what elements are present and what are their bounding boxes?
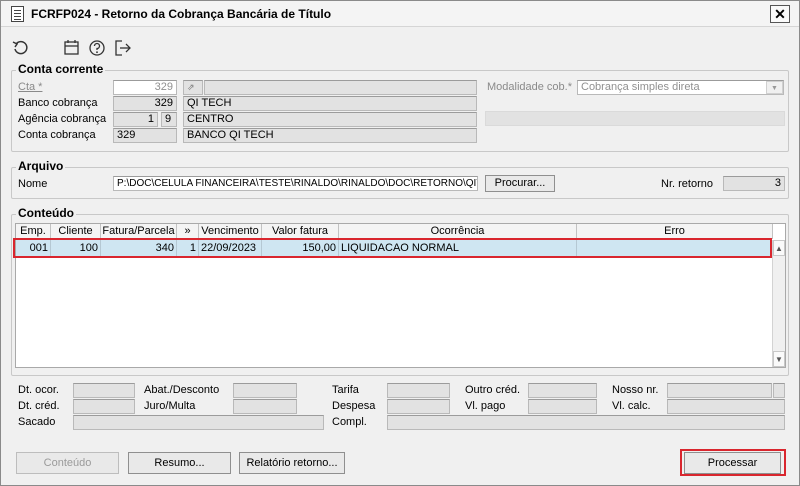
window-title: FCRFP024 - Retorno da Cobrança Bancária … [31, 7, 332, 21]
conta-corrente-title: Conta corrente [16, 62, 106, 76]
title-bar: FCRFP024 - Retorno da Cobrança Bancária … [1, 1, 799, 27]
dt-ocor-field [73, 383, 135, 398]
refresh-icon[interactable] [12, 39, 30, 57]
dt-ocor-label: Dt. ocor. [18, 384, 59, 396]
procurar-button[interactable]: Procurar... [485, 175, 555, 192]
column-header[interactable]: Erro [577, 224, 773, 239]
nosso-nr-label: Nosso nr. [612, 384, 659, 396]
dt-cred-label: Dt. créd. [18, 400, 60, 412]
nr-retorno-value: 3 [723, 176, 785, 191]
scroll-up-icon[interactable]: ▲ [773, 240, 785, 256]
conteudo-button[interactable]: Conteúdo [16, 452, 119, 474]
dt-cred-field [73, 399, 135, 414]
column-header[interactable]: Fatura/Parcela [101, 224, 177, 239]
cta-description [204, 80, 477, 95]
cta-label: Cta * [18, 81, 43, 93]
vertical-scrollbar[interactable]: ▲ ▼ [772, 240, 785, 367]
banco-cobranca-label: Banco cobrança [18, 97, 98, 109]
table-header: Emp. Cliente Fatura/Parcela » Vencimento… [16, 224, 773, 239]
column-header[interactable]: Valor fatura [262, 224, 339, 239]
despesa-field [387, 399, 450, 414]
resumo-button[interactable]: Resumo... [128, 452, 231, 474]
conteudo-title: Conteúdo [16, 206, 76, 220]
agencia-cobranca-label: Agência cobrança [18, 113, 107, 125]
sacado-field [73, 415, 324, 430]
abat-desconto-field [233, 383, 297, 398]
cta-lookup-button[interactable]: ⇗ [183, 80, 203, 95]
tarifa-field [387, 383, 450, 398]
column-header[interactable]: Ocorrência [339, 224, 577, 239]
juro-multa-label: Juro/Multa [144, 400, 196, 412]
document-icon [11, 6, 24, 22]
vl-calc-label: Vl. calc. [612, 400, 651, 412]
modalidade-label: Modalidade cob.* [487, 81, 573, 93]
sacado-label: Sacado [18, 416, 56, 428]
relatorio-retorno-button[interactable]: Relatório retorno... [239, 452, 345, 474]
nosso-nr-field [667, 383, 772, 398]
conta-cobranca-label: Conta cobrança [18, 129, 96, 141]
close-button[interactable]: ✕ [770, 5, 790, 23]
cta-input[interactable]: 329 [113, 80, 177, 95]
nosso-nr-dv [773, 383, 785, 398]
compl-field [387, 415, 785, 430]
agencia-dv: 9 [161, 112, 177, 127]
nome-input[interactable]: P:\DOC\CELULA FINANCEIRA\TESTE\RINALDO\R… [113, 176, 478, 191]
agencia-name: CENTRO [183, 112, 477, 127]
banco-cobranca-code: 329 [113, 96, 177, 111]
main-window: FCRFP024 - Retorno da Cobrança Bancária … [0, 0, 800, 486]
conta-cobranca-code: 329 [113, 128, 177, 143]
vl-pago-field [528, 399, 597, 414]
nome-label: Nome [18, 178, 48, 190]
modalidade-select[interactable]: Cobrança simples direta [577, 80, 784, 95]
juro-multa-field [233, 399, 297, 414]
abat-desconto-label: Abat./Desconto [144, 384, 220, 396]
agencia-code: 1 [113, 112, 158, 127]
vl-calc-field [667, 399, 785, 414]
outro-cred-label: Outro créd. [465, 384, 521, 396]
scroll-down-icon[interactable]: ▼ [773, 351, 785, 367]
arquivo-title: Arquivo [16, 159, 66, 173]
despesa-label: Despesa [332, 400, 376, 412]
column-header[interactable]: Vencimento [199, 224, 262, 239]
modalidade-description [485, 111, 785, 126]
tarifa-label: Tarifa [332, 384, 359, 396]
chevron-down-icon[interactable]: ▼ [766, 81, 783, 94]
banco-cobranca-name: QI TECH [183, 96, 477, 111]
column-header[interactable]: Emp. [16, 224, 51, 239]
outro-cred-field [528, 383, 597, 398]
vl-pago-label: Vl. pago [465, 400, 506, 412]
conta-cobranca-name: BANCO QI TECH [183, 128, 477, 143]
exit-icon[interactable] [114, 39, 132, 57]
processar-highlight [680, 449, 786, 476]
nr-retorno-label: Nr. retorno [661, 178, 713, 190]
help-icon[interactable] [88, 39, 106, 57]
calendar-icon[interactable] [63, 39, 81, 57]
procurar-label: Procurar... [494, 177, 546, 189]
row-highlight [13, 238, 772, 258]
compl-label: Compl. [332, 416, 367, 428]
column-header[interactable]: » [177, 224, 199, 239]
column-header[interactable]: Cliente [51, 224, 101, 239]
